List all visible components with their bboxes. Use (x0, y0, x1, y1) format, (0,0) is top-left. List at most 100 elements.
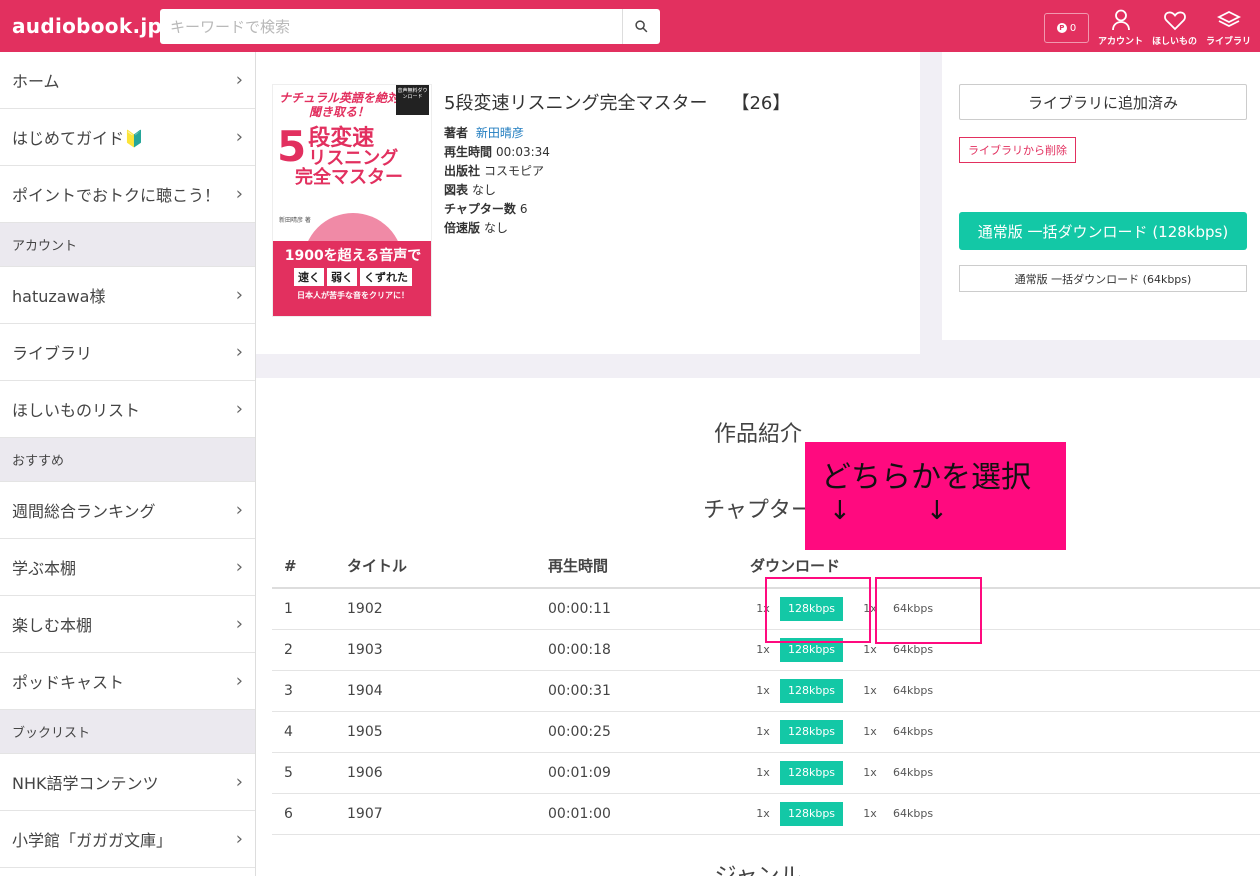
header-title: タイトル (347, 544, 548, 589)
sidebar-item-label: NHK語学コンテンツ (12, 774, 159, 793)
download-cell: 1x 128kbps 1x 64kbps (750, 752, 1260, 794)
chevron-right-icon: › (235, 126, 243, 148)
library-label: ライブラリ (1206, 37, 1252, 47)
wishlist-label: ほしいもの (1152, 37, 1198, 47)
chevron-right-icon: › (235, 771, 243, 793)
chapter-title: 1903 (347, 629, 548, 671)
cover-big-number: 5 (277, 122, 307, 171)
chevron-right-icon: › (235, 341, 243, 363)
chevron-right-icon: › (235, 284, 243, 306)
chapter-title: 1907 (347, 793, 548, 835)
table-row: 6 1907 00:01:00 1x 128kbps 1x 64kbps (272, 793, 1260, 835)
download-128-button[interactable]: 128kbps (780, 760, 843, 785)
sidebar-item-fun-shelf[interactable]: 楽しむ本棚 › (0, 596, 255, 653)
book-meta: 著者 新田晴彦 再生時間 00:03:34 出版社 コスモピア 図表 なし チャプター… (444, 124, 550, 238)
download-cell: 1x 128kbps 1x 64kbps (750, 670, 1260, 712)
chapter-num: 5 (272, 752, 347, 794)
cover-band-headline: 1900を超える音声で (284, 248, 422, 264)
speed-label: 1x (863, 807, 877, 820)
review-count[interactable]: 【26】 (731, 93, 790, 114)
sidebar-section-recommend: おすすめ (0, 438, 255, 482)
points-value: 0 (1069, 22, 1077, 34)
sidebar-item-label: はじめてガイド🔰 (12, 129, 144, 148)
points-badge[interactable]: P 0 (1044, 13, 1089, 43)
download-128-button[interactable]: 128kbps (780, 719, 843, 744)
sidebar-item-user[interactable]: hatuzawa様 › (0, 267, 255, 324)
sidebar-item-home[interactable]: ホーム › (0, 52, 255, 109)
sidebar-item-gagaga[interactable]: 小学館「ガガガ文庫」 › (0, 811, 255, 868)
wishlist-nav[interactable]: ほしいもの (1152, 8, 1197, 47)
chevron-right-icon: › (235, 613, 243, 635)
remove-from-library-button[interactable]: ライブラリから削除 (959, 137, 1076, 163)
chapter-title: 1902 (347, 588, 548, 630)
chapter-num: 3 (272, 670, 347, 712)
sidebar-item-learn-shelf[interactable]: 学ぶ本棚 › (0, 539, 255, 596)
site-logo[interactable]: audiobook.jp (12, 14, 162, 38)
meta-speed-row: 倍速版 なし (444, 219, 550, 238)
download-64-link[interactable]: 64kbps (893, 766, 933, 779)
chevron-right-icon: › (235, 183, 243, 205)
highlight-box-64 (875, 577, 982, 644)
search-box (160, 9, 660, 44)
sidebar-item-label: ポイントでおトクに聴こう！ (12, 186, 221, 205)
author-link[interactable]: 新田晴彦 (476, 126, 524, 140)
speed-label: 1x (756, 684, 770, 697)
highlight-box-128 (765, 577, 871, 643)
speed-label: 1x (863, 643, 877, 656)
account-nav[interactable]: アカウント (1098, 8, 1143, 47)
sidebar-item-label: ほしいものリスト (12, 401, 141, 420)
cover-download-tag: 音声無料ダウンロード (396, 85, 429, 115)
account-label: アカウント (1098, 37, 1144, 47)
meta-key: チャプター数 (444, 202, 516, 216)
down-arrow-icon: ↓ (829, 496, 851, 526)
meta-value: なし (472, 183, 497, 197)
added-to-library-button[interactable]: ライブラリに追加済み (959, 84, 1247, 120)
meta-value: 6 (519, 202, 528, 216)
heart-icon (1163, 11, 1186, 31)
download-64-link[interactable]: 64kbps (893, 684, 933, 697)
meta-key: 再生時間 (444, 145, 493, 159)
chapter-time: 00:00:11 (548, 588, 750, 630)
meta-value: コスモピア (484, 164, 545, 178)
speed-label: 1x (756, 725, 770, 738)
sidebar-item-wishlist[interactable]: ほしいものリスト › (0, 381, 255, 438)
down-arrow-icon: ↓ (926, 496, 948, 526)
sidebar-item-points[interactable]: ポイントでおトクに聴こう！ › (0, 166, 255, 223)
sidebar-section-booklist: ブックリスト (0, 710, 255, 754)
download-64-link[interactable]: 64kbps (893, 807, 933, 820)
sidebar-item-ranking[interactable]: 週間総合ランキング › (0, 482, 255, 539)
download-64-link[interactable]: 64kbps (893, 643, 933, 656)
bulk-download-128-button[interactable]: 通常版 一括ダウンロード (128kbps) (959, 212, 1247, 250)
bulk-download-64-button[interactable]: 通常版 一括ダウンロード (64kbps) (959, 265, 1247, 292)
search-button[interactable] (622, 9, 660, 44)
sidebar-item-nhk[interactable]: NHK語学コンテンツ › (0, 754, 255, 811)
cover-author: 新田晴彦 著 (279, 217, 311, 224)
meta-key: 著者 (444, 126, 469, 140)
chapter-title: 1905 (347, 711, 548, 753)
sidebar-item-library[interactable]: ライブラリ › (0, 324, 255, 381)
chapter-heading: チャプター (703, 498, 813, 523)
genre-heading: ジャンル (256, 858, 1260, 876)
chevron-right-icon: › (235, 69, 243, 91)
download-128-button[interactable]: 128kbps (780, 678, 843, 703)
sidebar-item-label: 週間総合ランキング (12, 502, 156, 521)
download-64-link[interactable]: 64kbps (893, 725, 933, 738)
sidebar-item-label: 楽しむ本棚 (12, 616, 93, 635)
library-nav[interactable]: ライブラリ (1206, 8, 1251, 47)
top-header: audiobook.jp P 0 アカウント ほしいもの ライブラリ (0, 0, 1260, 52)
sidebar: ホーム › はじめてガイド🔰 › ポイントでおトクに聴こう！ › アカウント hatu… (0, 52, 256, 876)
chevron-right-icon: › (235, 398, 243, 420)
sidebar-item-podcast[interactable]: ポッドキャスト › (0, 653, 255, 710)
action-panel: ライブラリに追加済み ライブラリから削除 通常版 一括ダウンロード (128kb… (942, 52, 1260, 340)
cover-word: 速く (294, 268, 324, 286)
sidebar-item-guide[interactable]: はじめてガイド🔰 › (0, 109, 255, 166)
sidebar-item-label: ホーム (12, 72, 60, 91)
cover-word: 弱く (327, 268, 357, 286)
chapter-title: 1904 (347, 670, 548, 712)
meta-value: なし (484, 221, 509, 235)
table-row: 4 1905 00:00:25 1x 128kbps 1x 64kbps (272, 711, 1260, 753)
download-128-button[interactable]: 128kbps (780, 801, 843, 826)
sidebar-item-label: ポッドキャスト (12, 673, 125, 692)
search-input[interactable] (160, 9, 622, 44)
table-row: 5 1906 00:01:09 1x 128kbps 1x 64kbps (272, 752, 1260, 794)
